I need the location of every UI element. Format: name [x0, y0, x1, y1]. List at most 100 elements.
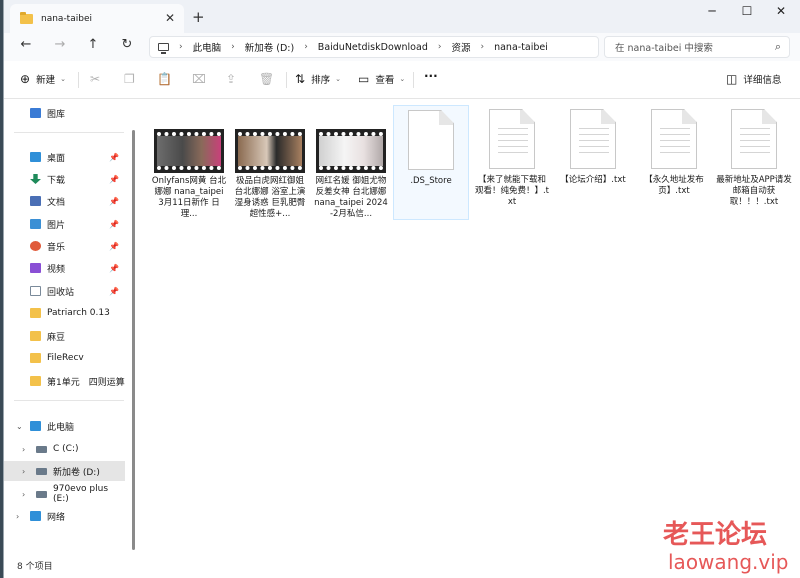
file-name: 最新地址及APP请发邮箱自动获取！！！.txt [716, 175, 792, 207]
sidebar-item-label: 麻豆 [47, 332, 66, 343]
view-button[interactable]: ▭ 查看 ⌄ [358, 72, 405, 86]
sidebar-item-desktop[interactable]: 桌面 📌 [4, 147, 125, 167]
sidebar-item-music[interactable]: 音乐 📌 [4, 236, 125, 256]
refresh-button[interactable]: ↻ [117, 37, 137, 52]
view-icon: ▭ [358, 72, 370, 86]
minimize-button[interactable]: ─ [695, 0, 729, 22]
new-button-label: 新建 [36, 75, 56, 86]
chevron-right-icon: › [22, 444, 26, 454]
sidebar-item-label: C (C:) [53, 444, 79, 454]
watermark-logo: 老王论坛 [663, 520, 768, 550]
file-name: 【永久地址发布页】.txt [644, 175, 704, 196]
folder-icon [30, 376, 41, 386]
breadcrumb-item[interactable]: BaiduNetdiskDownload [318, 42, 428, 53]
file-explorer-window: nana-taibei ✕ + ─ ☐ ✕ ← → ↑ ↻ › 此电脑 › 新加… [3, 0, 800, 578]
maximize-button[interactable]: ☐ [730, 0, 764, 22]
copy-button[interactable]: ❐ [124, 72, 141, 86]
item-count: 8 个项目 [17, 562, 53, 572]
sidebar-item-unit-1[interactable]: 第1单元 四则运算 [4, 371, 125, 391]
recycle-bin-icon [30, 286, 41, 296]
sidebar-divider [14, 400, 124, 401]
pin-icon: 📌 [109, 174, 119, 184]
sidebar-item-gallery[interactable]: 图库 [4, 103, 125, 123]
breadcrumb-item[interactable]: 新加卷 (D:) [245, 40, 294, 54]
file-item[interactable]: 网红名媛 御姐尤物反差女神 台北娜娜nana_taipei 2024-2月私信.… [313, 105, 389, 220]
back-button[interactable]: ← [16, 37, 36, 52]
tab-nana-taibei[interactable]: nana-taibei ✕ [10, 4, 184, 33]
sidebar-item-drive-c[interactable]: › C (C:) [4, 439, 125, 459]
delete-button[interactable]: 🗑 [259, 72, 280, 86]
sidebar-item-downloads[interactable]: 下载 📌 [4, 169, 125, 189]
sidebar-item-patriarch[interactable]: Patriarch 0.13 [4, 303, 125, 323]
this-pc-icon [30, 421, 41, 431]
up-button[interactable]: ↑ [83, 37, 103, 52]
file-name: 【论坛介绍】.txt [560, 175, 626, 185]
chevron-right-icon: › [480, 42, 485, 52]
text-file-icon [489, 109, 535, 169]
sidebar-item-label: 970evo plus (E:) [53, 484, 109, 504]
pin-icon: 📌 [109, 263, 119, 273]
pin-icon: 📌 [109, 152, 119, 162]
sidebar-item-madou[interactable]: 麻豆 [4, 326, 125, 346]
file-name: 【来了就能下载和观看！纯免费！】.txt [474, 175, 550, 207]
file-item[interactable]: Onlyfans网黄 台北娜娜 nana_taipei 3月11日新作 日理..… [151, 105, 227, 220]
sidebar-item-pictures[interactable]: 图片 📌 [4, 214, 125, 234]
sidebar-item-label: 新加卷 (D:) [53, 467, 100, 478]
details-pane-button[interactable]: ◫ 详细信息 [726, 72, 781, 86]
search-input[interactable]: 在 nana-taibei 中搜索 ⌕ [604, 36, 790, 58]
sidebar-item-label: 下载 [47, 175, 66, 186]
sidebar-item-network[interactable]: › 网络 [4, 506, 125, 526]
view-button-label: 查看 [375, 75, 395, 86]
navigation-pane: 图库 桌面 📌 下载 📌 文档 📌 图片 📌 音乐 📌 视频 📌 回收站 📌 P… [4, 100, 129, 555]
desktop-icon [30, 152, 41, 162]
breadcrumb-item[interactable]: 资源 [451, 40, 470, 54]
forward-button[interactable]: → [50, 37, 70, 52]
sidebar-item-drive-d[interactable]: › 新加卷 (D:) [4, 461, 125, 481]
breadcrumb-item[interactable]: 此电脑 [193, 40, 222, 54]
sidebar-scrollbar-thumb[interactable] [132, 130, 135, 550]
breadcrumb-item[interactable]: nana-taibei [494, 42, 548, 53]
plus-circle-icon: ⊕ [20, 72, 31, 86]
documents-icon [30, 196, 41, 206]
tab-close-icon[interactable]: ✕ [165, 11, 175, 25]
sidebar-item-label: 图片 [47, 220, 66, 231]
chevron-down-icon: ⌄ [16, 421, 23, 431]
sort-icon: ⇅ [295, 72, 306, 86]
trash-icon: 🗑 [259, 72, 275, 86]
sidebar-item-recycle-bin[interactable]: 回收站 📌 [4, 281, 125, 301]
share-button[interactable]: ⇪ [226, 72, 242, 86]
file-item[interactable]: .DS_Store [393, 105, 469, 220]
sidebar-item-documents[interactable]: 文档 📌 [4, 191, 125, 211]
file-item[interactable]: 【论坛介绍】.txt [555, 105, 631, 220]
chevron-down-icon: ⌄ [335, 75, 341, 83]
file-item[interactable]: 最新地址及APP请发邮箱自动获取！！！.txt [716, 105, 792, 220]
details-button-label: 详细信息 [743, 75, 782, 86]
file-item[interactable]: 【来了就能下载和观看！纯免费！】.txt [474, 105, 550, 220]
text-file-icon [651, 109, 697, 169]
file-item[interactable]: 极品白虎网红御姐 台北娜娜 浴室上演湿身诱惑 巨乳肥臀超性感+... [232, 105, 308, 220]
file-item[interactable]: 【永久地址发布页】.txt [636, 105, 712, 220]
chevron-down-icon: ⌄ [60, 75, 66, 83]
text-file-icon [731, 109, 777, 169]
file-list: Onlyfans网黄 台北娜娜 nana_taipei 3月11日新作 日理..… [137, 100, 800, 555]
address-bar[interactable]: › 此电脑 › 新加卷 (D:) › BaiduNetdiskDownload … [149, 36, 599, 58]
sidebar-item-filerecv[interactable]: FileRecv [4, 348, 125, 368]
rename-button[interactable]: ⌧ [192, 72, 212, 86]
pin-icon: 📌 [109, 241, 119, 251]
paste-button[interactable]: 📋 [157, 72, 178, 86]
pin-icon: 📌 [109, 286, 119, 296]
sidebar-item-label: 文档 [47, 197, 66, 208]
close-window-button[interactable]: ✕ [764, 0, 798, 22]
sidebar-item-videos[interactable]: 视频 📌 [4, 258, 125, 278]
new-tab-button[interactable]: + [192, 8, 205, 26]
videos-icon [30, 263, 41, 273]
sidebar-item-this-pc[interactable]: ⌄ 此电脑 [4, 416, 125, 436]
command-bar: ⊕ 新建 ⌄ ✂ ❐ 📋 ⌧ ⇪ 🗑 ⇅ 排序 ⌄ ▭ 查看 ⌄ ··· ◫ 详… [4, 61, 800, 99]
share-icon: ⇪ [226, 72, 237, 86]
sort-button[interactable]: ⇅ 排序 ⌄ [295, 72, 341, 86]
more-options-button[interactable]: ··· [424, 69, 438, 83]
sidebar-item-drive-e[interactable]: › 970evo plus (E:) [4, 484, 125, 504]
new-button[interactable]: ⊕ 新建 ⌄ [20, 72, 66, 86]
cut-button[interactable]: ✂ [90, 72, 106, 86]
gallery-icon [30, 108, 41, 118]
